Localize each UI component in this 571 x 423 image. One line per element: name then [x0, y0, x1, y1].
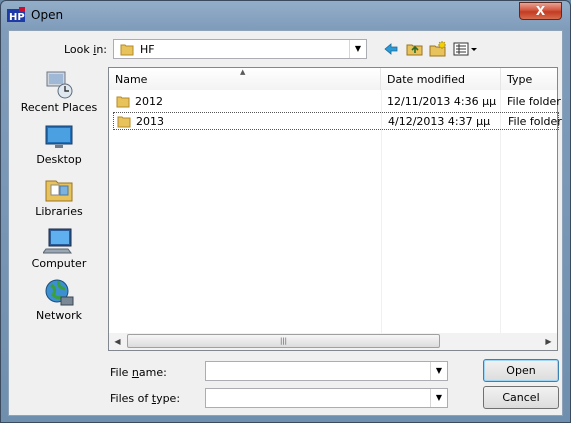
app-icon: HP [7, 7, 25, 23]
place-label: Network [36, 309, 82, 322]
scroll-thumb[interactable]: ||| [127, 334, 440, 348]
file-name: 2012 [135, 95, 163, 108]
file-list[interactable]: Name ▲ Date modified Type 2012 12/11/201… [108, 67, 562, 351]
chevron-down-icon[interactable]: ▼ [430, 389, 447, 407]
place-label: Computer [31, 257, 87, 270]
place-label: Desktop [36, 153, 82, 166]
libraries-icon [45, 180, 73, 202]
column-header-type[interactable]: Type [501, 68, 557, 90]
column-header-date[interactable]: Date modified [381, 68, 501, 90]
folder-up-icon[interactable] [406, 40, 424, 58]
computer-icon [43, 228, 72, 254]
new-folder-icon[interactable] [429, 40, 447, 58]
scroll-right-icon[interactable]: ▶ [540, 333, 557, 350]
horizontal-scrollbar[interactable]: ◀ ||| ▶ [109, 333, 557, 350]
open-dialog: HP Open X Look in: HF ▼ Recent Places De… [0, 0, 571, 423]
cancel-button[interactable]: Cancel [483, 386, 559, 409]
folder-icon [120, 44, 134, 56]
folder-icon [116, 96, 130, 108]
folder-icon [117, 116, 131, 128]
look-in-label: Look in: [64, 43, 108, 56]
desktop-icon [45, 125, 73, 148]
place-libraries[interactable]: Libraries [15, 173, 103, 223]
recent-places-icon [46, 71, 73, 99]
scroll-left-icon[interactable]: ◀ [109, 333, 126, 350]
column-header-name[interactable]: Name ▲ [109, 68, 381, 90]
network-icon [45, 279, 74, 306]
chevron-down-icon[interactable]: ▼ [349, 40, 366, 58]
file-name: 2013 [136, 115, 164, 128]
file-date: 12/11/2013 4:36 μμ [387, 95, 497, 108]
dialog-body: Look in: HF ▼ Recent Places Desktop Libr… [8, 30, 563, 416]
file-type-label: Files of type: [110, 392, 181, 405]
file-type: File folder [507, 95, 561, 108]
list-row[interactable]: 2012 12/11/2013 4:36 μμ File folder [113, 93, 561, 111]
open-button[interactable]: Open [483, 359, 559, 382]
file-type: File folder [508, 115, 562, 128]
file-name-label: File name: [110, 366, 167, 379]
svg-text:HP: HP [9, 12, 25, 23]
look-in-value: HF [140, 43, 155, 56]
place-desktop[interactable]: Desktop [15, 121, 103, 171]
chevron-down-icon[interactable]: ▼ [430, 362, 447, 380]
close-button[interactable]: X [519, 2, 562, 20]
place-label: Libraries [35, 205, 83, 218]
place-recent-places[interactable]: Recent Places [15, 69, 103, 119]
close-icon: X [535, 4, 546, 18]
place-label: Recent Places [20, 101, 98, 114]
list-row[interactable]: 2013 4/12/2013 4:37 μμ File folder [113, 112, 562, 130]
back-arrow-icon[interactable] [383, 40, 399, 58]
window-title: Open [31, 8, 64, 22]
sort-ascending-icon: ▲ [240, 68, 246, 76]
view-menu-icon[interactable] [453, 40, 479, 58]
file-name-input[interactable]: ▼ [205, 361, 448, 381]
place-network[interactable]: Network [15, 277, 103, 327]
title-bar[interactable]: HP Open X [1, 1, 570, 29]
place-computer[interactable]: Computer [15, 225, 103, 275]
look-in-combobox[interactable]: HF ▼ [113, 39, 367, 59]
places-bar: Recent Places Desktop Libraries Computer… [15, 69, 103, 349]
file-date: 4/12/2013 4:37 μμ [388, 115, 491, 128]
file-type-select[interactable]: ▼ [205, 388, 448, 408]
